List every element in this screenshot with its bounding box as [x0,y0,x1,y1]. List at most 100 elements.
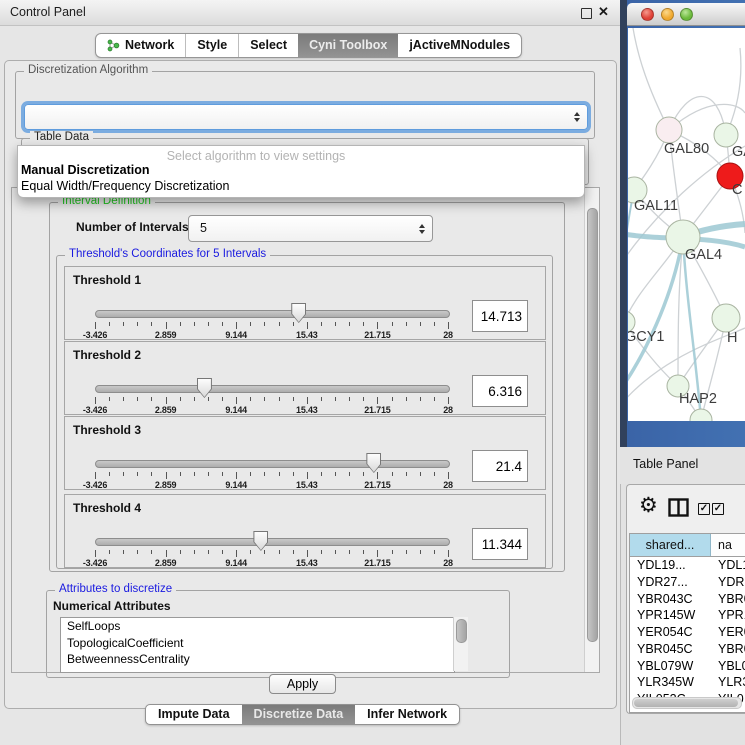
network-node[interactable] [656,117,682,143]
name-cell[interactable]: YBR0 [718,591,745,608]
slider-tick [406,322,407,326]
threshold-panel: Threshold 4 -3.4262.8599.14415.4321.7152… [64,494,546,568]
gear-icon[interactable]: ⚙ [639,493,658,518]
numerical-attributes-list[interactable]: SelfLoops TopologicalCoefficient Between… [60,617,455,673]
shared-name-cell[interactable]: YLR345W [637,674,711,691]
table-panel-bar: Table Panel [620,447,745,484]
shared-name-cell[interactable]: YBL079W [637,658,711,675]
name-cell[interactable]: YLR3 [718,674,745,691]
slider-tick [335,397,336,401]
table-row[interactable]: YDL19... YDL1 [630,557,745,574]
name-cell[interactable]: YER0 [718,624,745,641]
algorithm-option-equal-width[interactable]: Equal Width/Frequency Discretization [21,179,229,193]
slider-tick [321,550,322,554]
apply-button[interactable]: Apply [269,674,336,694]
network-node-label: C [732,182,742,198]
threshold-value-field[interactable]: 6.316 [472,375,528,407]
slider-tick [95,322,96,329]
slider-tick [123,550,124,554]
table-horizontal-scrollbar[interactable] [632,697,742,709]
thresholds-group: Threshold's Coordinates for 5 Intervals … [56,255,553,569]
threshold-value-field[interactable]: 21.4 [472,450,528,482]
slider-tick [236,322,237,329]
name-cell[interactable]: YBR0 [718,641,745,658]
close-icon[interactable]: ✕ [598,4,609,20]
checkbox-icon[interactable]: ✓ [698,503,710,515]
table-row[interactable]: YPR145W YPR1 [630,607,745,624]
slider-thumb[interactable] [291,303,306,323]
network-node-label: GAL11 [634,198,678,214]
algorithm-select[interactable] [24,104,588,130]
network-node[interactable] [712,304,740,332]
shared-name-cell[interactable]: YPR145W [637,607,711,624]
attributes-list-scrollbar[interactable] [453,617,468,671]
checkbox-icon[interactable]: ✓ [712,503,724,515]
network-canvas[interactable]: GAL80GACGAL11GAL4HGCY1HAP2 [628,28,745,421]
slider-tick [293,472,294,476]
threshold-slider[interactable] [95,460,450,468]
table-row[interactable]: YER054C YER0 [630,624,745,641]
slider-tick [208,472,209,476]
minimize-traffic-light[interactable] [661,8,674,21]
slider-tick [222,397,223,401]
cyni-toolbox-panel: Discretization Algorithm Select algorith… [4,60,617,709]
table-panel-title: Table Panel [633,457,698,471]
network-node[interactable] [690,409,712,421]
float-window-icon[interactable] [581,8,592,19]
shared-name-cell[interactable]: YBR043C [637,591,711,608]
tab-select[interactable]: Select [238,34,298,57]
shared-name-cell[interactable]: YDR27... [637,574,711,591]
table-row[interactable]: YBR043C YBR0 [630,591,745,608]
table-row[interactable]: YBR045C YBR0 [630,641,745,658]
column-layout-icon[interactable] [668,498,689,517]
name-cell[interactable]: YDR2 [718,574,745,591]
slider-tick [335,472,336,476]
network-window: GAL80GACGAL11GAL4HGCY1HAP2 [620,0,745,447]
slider-tick [222,322,223,326]
list-item[interactable]: TopologicalCoefficient [61,635,454,652]
threshold-slider[interactable] [95,538,450,546]
settings-scrollbar[interactable] [584,188,599,672]
tab-infer-network[interactable]: Infer Network [355,705,459,724]
threshold-slider[interactable] [95,385,450,393]
slider-thumb[interactable] [253,531,268,551]
number-of-intervals-select[interactable]: 5 [188,215,433,242]
threshold-slider[interactable] [95,310,450,318]
table-row[interactable]: YLR345W YLR3 [630,674,745,691]
shared-name-cell[interactable]: YER054C [637,624,711,641]
slider-tick [151,397,152,401]
threshold-value-field[interactable]: 11.344 [472,528,528,560]
name-cell[interactable]: YBL0 [718,658,745,675]
tab-discretize-data[interactable]: Discretize Data [242,705,356,724]
tab-impute-data[interactable]: Impute Data [146,705,242,724]
tab-cyni-toolbox[interactable]: Cyni Toolbox [298,34,398,57]
algorithm-option-manual[interactable]: Manual Discretization [21,163,150,177]
list-item[interactable]: SelfLoops [61,618,454,635]
name-cell[interactable]: YPR1 [718,607,745,624]
list-item[interactable]: BetweennessCentrality [61,651,454,668]
slider-thumb[interactable] [197,378,212,398]
tab-style-label: Style [197,34,227,57]
slider-tick [448,397,449,404]
tab-network[interactable]: Network [96,34,185,57]
name-cell[interactable]: YDL1 [718,557,745,574]
zoom-traffic-light[interactable] [680,8,693,21]
tab-jactivemnodules[interactable]: jActiveMNodules [398,34,521,57]
table-row[interactable]: YDR27... YDR2 [630,574,745,591]
close-traffic-light[interactable] [641,8,654,21]
slider-tick-label: -3.426 [83,405,107,415]
tab-style[interactable]: Style [185,34,238,57]
shared-name-cell[interactable]: YBR045C [637,641,711,658]
slider-tick [279,472,280,476]
column-header-name[interactable]: na [711,534,745,556]
slider-tick [236,550,237,557]
threshold-value-field[interactable]: 14.713 [472,300,528,332]
slider-thumb[interactable] [366,453,381,473]
column-header-shared-name[interactable]: shared... [630,534,711,556]
slider-tick-label: 9.144 [225,405,247,415]
node-table[interactable]: shared... na YDL19...YDL1YDR27...YDR2YBR… [629,533,745,713]
table-row[interactable]: YBL079W YBL0 [630,658,745,675]
shared-name-cell[interactable]: YDL19... [637,557,711,574]
slider-tick [250,322,251,326]
network-icon [107,39,120,52]
